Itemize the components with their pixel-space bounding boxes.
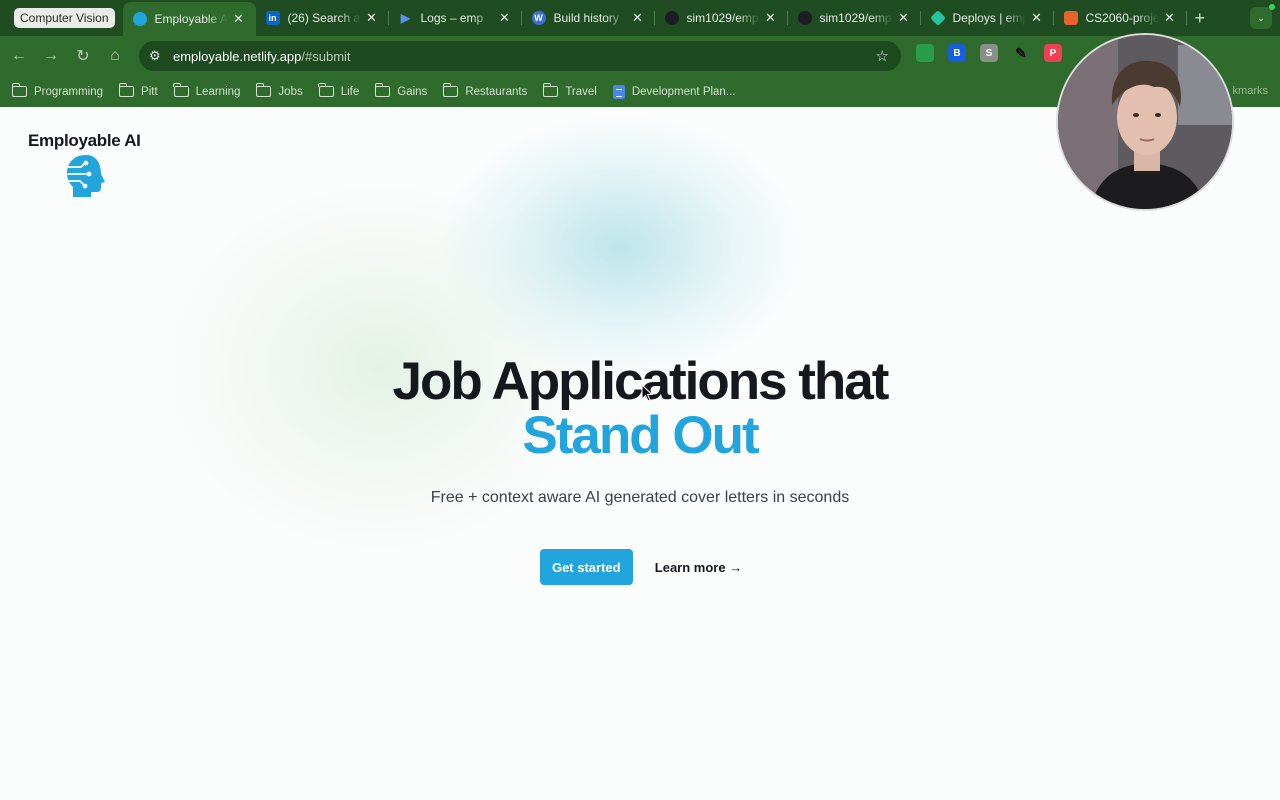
hero-section: Job Applications that Stand Out Free + c…	[0, 355, 1280, 585]
netlify-icon	[929, 10, 946, 26]
folder-icon	[11, 83, 27, 97]
wordpress-icon: W	[531, 11, 546, 25]
linkedin-icon: in	[265, 11, 280, 25]
bookmark-label: Restaurants	[465, 85, 528, 98]
folder-icon	[256, 83, 272, 97]
github-icon	[664, 11, 679, 25]
folder-icon	[542, 83, 559, 97]
folder-icon	[173, 83, 189, 97]
folder-icon	[374, 83, 391, 97]
tab-github-1[interactable]: sim1029/emp ✕	[655, 0, 788, 36]
tab-title: sim1029/emp	[819, 11, 892, 25]
back-button[interactable]: ←	[3, 40, 35, 72]
presenter-video-image	[1058, 35, 1232, 209]
tab-title: Employable AI	[154, 12, 228, 26]
shield-extension-icon[interactable]	[916, 44, 934, 62]
get-started-button[interactable]: Get started	[539, 549, 633, 585]
gitlab-icon	[1063, 11, 1078, 25]
tab-build-history[interactable]: W Build history ✕	[522, 0, 655, 36]
folder-icon	[118, 83, 135, 97]
close-icon[interactable]: ✕	[631, 10, 645, 26]
learn-more-link[interactable]: Learn more →	[655, 560, 742, 575]
github-icon	[797, 11, 812, 25]
bookmark-folder-programming[interactable]: Programming	[11, 83, 104, 98]
tab-deploys[interactable]: Deploys | emp ✕	[921, 0, 1054, 36]
bookmark-label: Learning	[195, 85, 241, 98]
bookmark-label: Life	[340, 85, 360, 98]
home-button[interactable]: ⌂	[99, 40, 131, 72]
tab-search-button[interactable]: ⌄	[1250, 7, 1272, 29]
brand-name: Employable AI	[28, 131, 141, 150]
tab-title: CS2060-proje	[1085, 11, 1159, 25]
tab-employable[interactable]: Employable AI ✕	[122, 2, 256, 36]
tab-title: Deploys | emp	[952, 11, 1026, 25]
bookmark-folder-gains[interactable]: Gains	[374, 83, 428, 98]
bitwarden-extension-icon[interactable]: B	[948, 44, 966, 62]
tab-title: (26) Search a	[287, 11, 361, 25]
url-host: employable.netlify.app	[173, 48, 302, 64]
tab-logs[interactable]: ▶ Logs – emp ✕	[389, 0, 522, 36]
tab-title: sim1029/emp	[686, 11, 759, 25]
close-icon[interactable]: ✕	[365, 10, 379, 26]
bookmark-development-plan[interactable]: Development Plan...	[612, 84, 736, 99]
hero-headline-accent: Stand Out	[522, 406, 759, 465]
bookmark-label: Jobs	[278, 85, 303, 98]
close-icon[interactable]: ✕	[498, 10, 512, 26]
reload-button[interactable]: ↻	[67, 40, 99, 72]
tabs-list: Employable AI ✕ in (26) Search a ✕ ▶ Log…	[122, 0, 1206, 36]
all-bookmarks-label[interactable]: kmarks	[1233, 85, 1268, 97]
tab-linkedin[interactable]: in (26) Search a ✕	[256, 0, 389, 36]
close-icon[interactable]: ✕	[897, 10, 911, 26]
hero-headline: Job Applications that	[392, 352, 890, 411]
close-icon[interactable]: ✕	[1163, 10, 1177, 26]
url-path: /#submit	[301, 48, 351, 64]
cta-group: Get started Learn more →	[0, 549, 1280, 585]
pocket-extension-icon[interactable]: P	[1044, 44, 1062, 62]
bookmark-folder-life[interactable]: Life	[318, 83, 360, 98]
webcam-overlay	[1056, 33, 1234, 211]
url-text: employable.netlify.app/#submit	[173, 49, 351, 64]
notes-extension-icon[interactable]: S	[980, 44, 998, 62]
eyedropper-extension-icon[interactable]: ✎	[1012, 44, 1030, 62]
new-tab-button[interactable]: +	[1195, 8, 1206, 29]
folder-icon	[442, 83, 459, 97]
close-icon[interactable]: ✕	[232, 11, 246, 27]
close-icon[interactable]: ✕	[764, 10, 778, 26]
close-icon[interactable]: ✕	[1030, 10, 1044, 26]
tab-title: Build history	[553, 11, 619, 25]
bookmark-folder-pitt[interactable]: Pitt	[118, 83, 158, 98]
mouse-cursor-icon	[641, 384, 653, 402]
bookmark-folder-learning[interactable]: Learning	[173, 83, 241, 98]
bookmark-label: Pitt	[141, 85, 158, 98]
address-bar[interactable]: ⚙ employable.netlify.app/#submit ☆	[139, 41, 901, 71]
globe-icon	[132, 12, 147, 26]
site-settings-icon[interactable]: ⚙	[149, 48, 171, 64]
folder-icon	[318, 83, 334, 97]
forward-button[interactable]: →	[35, 40, 67, 72]
status-dot-icon	[1269, 4, 1275, 10]
bookmark-folder-jobs[interactable]: Jobs	[256, 83, 303, 98]
tab-cs2060[interactable]: CS2060-proje ✕	[1054, 0, 1187, 36]
tab-title: Logs – emp	[420, 11, 484, 25]
hero-subtitle: Free + context aware AI generated cover …	[430, 489, 850, 506]
tab-github-2[interactable]: sim1029/emp ✕	[788, 0, 921, 36]
bookmark-label: Gains	[397, 85, 428, 98]
bookmark-label: Travel	[565, 85, 597, 98]
web-page: Employable AI Job Applications that Stan…	[0, 107, 1280, 800]
google-docs-icon	[612, 84, 625, 99]
brand[interactable]: Employable AI	[28, 131, 148, 197]
ai-head-logo-icon	[67, 155, 105, 197]
play-icon: ▶	[400, 11, 411, 25]
bookmark-label: Programming	[34, 85, 104, 98]
tab-group-label[interactable]: Computer Vision	[14, 8, 115, 28]
bookmark-folder-travel[interactable]: Travel	[542, 83, 597, 98]
bookmark-folder-restaurants[interactable]: Restaurants	[442, 83, 528, 98]
bookmark-star-icon[interactable]: ☆	[876, 47, 889, 65]
tab-strip: Computer Vision Employable AI ✕ in (26) …	[0, 0, 1280, 36]
bookmark-label: Development Plan...	[631, 85, 736, 98]
